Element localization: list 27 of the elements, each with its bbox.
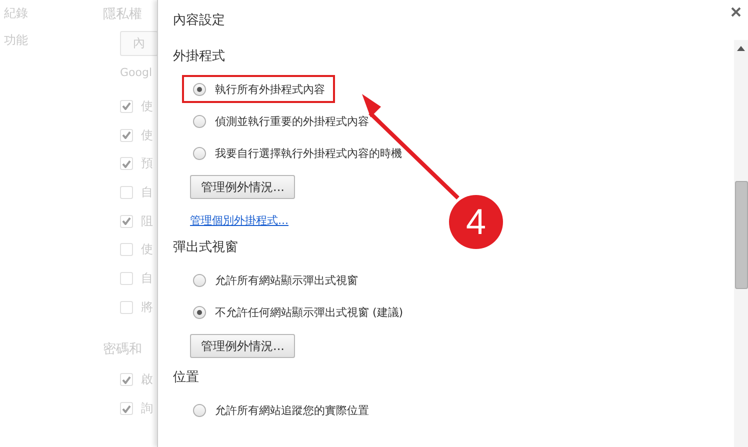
checkbox[interactable]: [120, 186, 133, 199]
close-icon[interactable]: [730, 6, 742, 18]
dialog-title: 內容設定: [173, 12, 226, 30]
manage-exceptions-button[interactable]: 管理例外情況...: [190, 175, 296, 199]
radio-option[interactable]: 我要自行選擇執行外掛程式內容的時機: [182, 139, 412, 167]
scrollbar[interactable]: [734, 40, 748, 447]
checkbox[interactable]: [120, 373, 133, 386]
manage-exceptions-button[interactable]: 管理例外情況...: [190, 334, 296, 358]
checkbox[interactable]: [120, 214, 133, 228]
checkbox[interactable]: [120, 100, 133, 113]
radio-option[interactable]: 允許所有網站顯示彈出式視窗: [182, 266, 368, 294]
radio-option[interactable]: 允許所有網站追蹤您的實際位置: [182, 396, 379, 424]
checkbox[interactable]: [120, 300, 133, 314]
radio-option[interactable]: 不允許任何網站顯示彈出式視窗 (建議): [182, 298, 414, 326]
section-title: 位置: [173, 369, 200, 386]
checkbox[interactable]: [120, 157, 133, 170]
checkbox[interactable]: [120, 243, 133, 256]
section-title: 外掛程式: [173, 48, 226, 65]
checkbox[interactable]: [120, 402, 133, 416]
scroll-up-icon[interactable]: [737, 46, 745, 51]
section-title: 彈出式視窗: [173, 239, 239, 256]
checkbox[interactable]: [120, 272, 133, 285]
highlighted-radio-option[interactable]: 執行所有外掛程式內容: [182, 75, 335, 103]
radio-option[interactable]: 偵測並執行重要的外掛程式內容: [182, 107, 379, 135]
checkbox[interactable]: [120, 128, 133, 142]
manage-plugins-link[interactable]: 管理個別外掛程式...: [190, 213, 288, 228]
scrollbar-thumb[interactable]: [735, 181, 748, 289]
